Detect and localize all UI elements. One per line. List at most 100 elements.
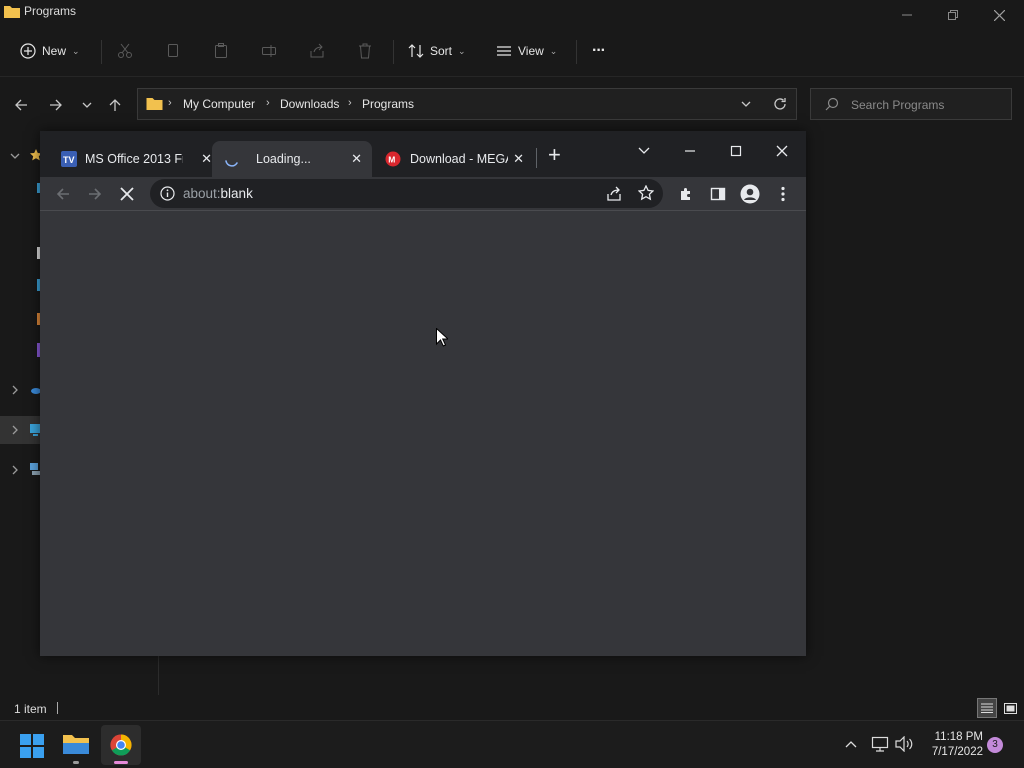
copy-icon <box>165 43 181 59</box>
close-icon <box>776 145 788 157</box>
chevron-right-icon[interactable] <box>10 425 20 435</box>
delete-button[interactable] <box>357 38 373 64</box>
tab-loading[interactable]: Loading... ✕ <box>212 141 372 177</box>
tiles-view-button[interactable] <box>1000 698 1020 718</box>
divider <box>101 40 102 64</box>
browser-back-button[interactable] <box>50 181 76 207</box>
view-button[interactable]: View ⌄ <box>496 38 557 64</box>
address-bar[interactable]: › My Computer › Downloads › Programs <box>137 88 797 120</box>
forward-button[interactable] <box>44 93 68 117</box>
restore-button[interactable] <box>930 0 976 30</box>
tab-search-button[interactable] <box>624 137 664 165</box>
tab-close-icon[interactable]: ✕ <box>201 151 212 167</box>
scissors-icon <box>117 43 133 59</box>
chevron-up-icon[interactable] <box>845 739 857 749</box>
minimize-button[interactable] <box>884 0 930 30</box>
share-icon <box>309 43 325 59</box>
up-button[interactable] <box>103 93 127 117</box>
tab-label: MS Office 2013 Fre <box>85 152 183 166</box>
details-view-icon <box>981 703 993 713</box>
arrow-left-icon <box>55 186 71 202</box>
breadcrumb-downloads[interactable]: Downloads <box>280 97 339 111</box>
arrow-up-icon <box>108 98 122 112</box>
breadcrumb-programs[interactable]: Programs <box>362 97 414 111</box>
tab-mega[interactable]: M Download - MEGA ✕ <box>374 141 534 177</box>
details-view-button[interactable] <box>977 698 997 718</box>
volume-icon[interactable] <box>895 736 913 752</box>
chevron-right-icon[interactable] <box>10 385 20 395</box>
divider <box>57 702 58 714</box>
mega-icon: M <box>385 151 401 167</box>
cut-button[interactable] <box>117 38 133 64</box>
rename-button[interactable] <box>261 38 277 64</box>
browser-maximize-button[interactable] <box>716 137 756 165</box>
file-explorer-taskbar-button[interactable] <box>63 732 89 754</box>
tab-ms-office[interactable]: TV MS Office 2013 Fre ✕ <box>50 141 212 177</box>
browser-minimize-button[interactable] <box>670 137 710 165</box>
new-button[interactable]: New ⌄ <box>20 38 80 64</box>
paste-button[interactable] <box>213 38 229 64</box>
svg-text:TV: TV <box>63 155 75 165</box>
share-button[interactable] <box>309 38 325 64</box>
stop-loading-button[interactable] <box>114 181 140 207</box>
share-icon[interactable] <box>606 185 623 202</box>
more-options-button[interactable]: ··· <box>592 38 606 64</box>
info-icon[interactable] <box>160 186 175 201</box>
browser-menu-button[interactable] <box>770 181 796 207</box>
new-tab-button[interactable]: + <box>548 144 561 166</box>
sort-icon <box>408 43 424 59</box>
browser-window: TV MS Office 2013 Fre ✕ Loading... ✕ M D… <box>40 131 806 656</box>
arrow-left-icon <box>14 98 28 112</box>
chevron-right-icon: › <box>168 97 172 109</box>
chevron-down-icon[interactable] <box>10 151 20 161</box>
minimize-icon <box>684 145 696 157</box>
start-button[interactable] <box>20 734 44 758</box>
tab-close-icon[interactable]: ✕ <box>513 151 524 167</box>
chevron-right-icon: › <box>348 97 352 109</box>
sort-button[interactable]: Sort ⌄ <box>408 38 466 64</box>
profile-icon <box>740 184 760 204</box>
sort-label: Sort <box>430 44 453 58</box>
notification-badge[interactable]: 3 <box>987 737 1003 753</box>
onedrive-icon[interactable] <box>30 385 40 395</box>
spinner-icon <box>224 151 240 167</box>
maximize-icon <box>730 145 742 157</box>
page-content[interactable] <box>40 211 806 656</box>
chrome-icon <box>110 734 132 756</box>
browser-close-button[interactable] <box>762 137 802 165</box>
clock[interactable]: 11:18 PM 7/17/2022 <box>925 730 983 760</box>
profile-button[interactable] <box>737 181 763 207</box>
chevron-right-icon[interactable] <box>10 465 20 475</box>
network-status-icon[interactable] <box>871 736 889 752</box>
omnibox[interactable]: about:blank <box>150 179 663 208</box>
side-panel-button[interactable] <box>705 181 731 207</box>
close-button[interactable] <box>976 0 1022 30</box>
refresh-icon[interactable] <box>773 97 787 111</box>
url-host: blank <box>220 186 253 201</box>
network-icon[interactable] <box>30 462 40 476</box>
breadcrumb-my-computer[interactable]: My Computer <box>183 97 255 111</box>
file-explorer-icon <box>63 732 89 754</box>
tab-divider <box>536 148 537 168</box>
search-box[interactable]: Search Programs <box>810 88 1012 120</box>
back-button[interactable] <box>9 93 33 117</box>
recent-locations-button[interactable] <box>75 93 99 117</box>
search-placeholder: Search Programs <box>851 98 945 112</box>
arrow-right-icon <box>87 186 103 202</box>
chevron-down-icon: ⌄ <box>549 45 558 56</box>
bookmark-star-icon[interactable] <box>638 185 654 201</box>
chrome-taskbar-button[interactable] <box>101 725 141 765</box>
plus-circle-icon <box>20 43 36 59</box>
monitor-icon <box>30 423 40 437</box>
extensions-button[interactable] <box>673 181 699 207</box>
address-dropdown-icon[interactable] <box>741 99 751 109</box>
url-text[interactable]: about:blank <box>183 186 253 201</box>
kebab-menu-icon <box>781 186 785 202</box>
trash-icon <box>357 43 373 59</box>
chevron-down-icon <box>82 100 92 110</box>
puzzle-icon <box>678 186 694 202</box>
tab-close-icon[interactable]: ✕ <box>351 151 362 167</box>
tab-label: Loading... <box>256 152 311 166</box>
browser-forward-button[interactable] <box>82 181 108 207</box>
copy-button[interactable] <box>165 38 181 64</box>
